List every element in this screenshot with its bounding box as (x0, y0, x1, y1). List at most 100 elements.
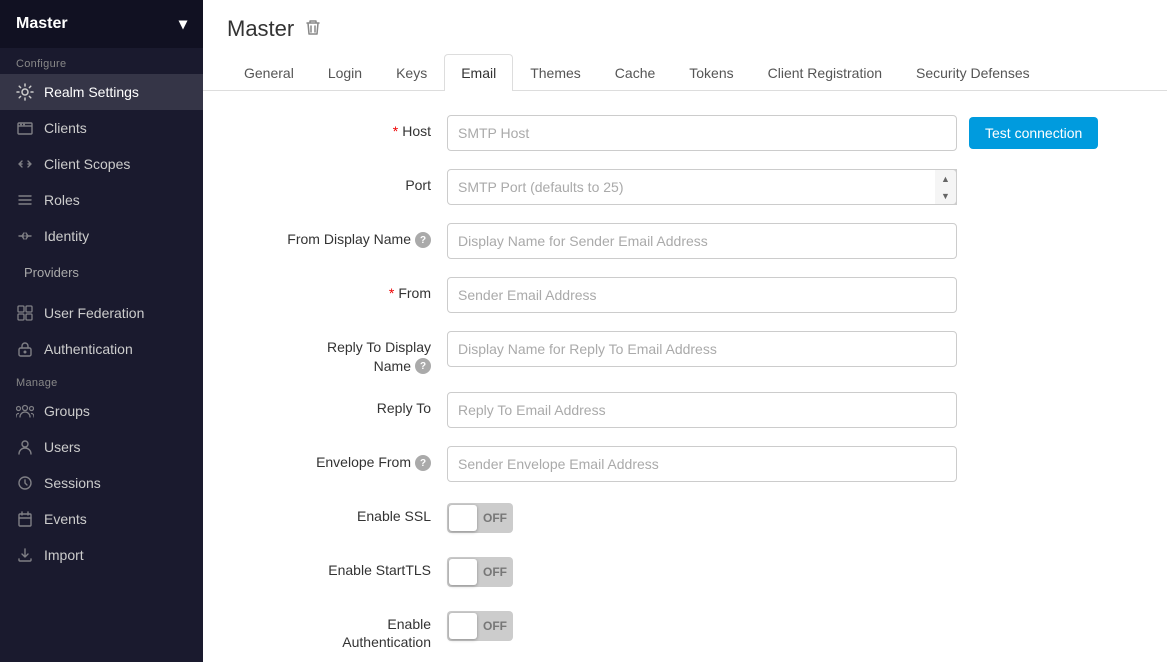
page-title: Master (227, 16, 294, 42)
sidebar-item-clients[interactable]: Clients (0, 110, 203, 146)
sidebar-item-label: Realm Settings (44, 84, 139, 100)
starttls-toggle-thumb (449, 559, 477, 585)
auth-toggle-label: OFF (483, 619, 507, 633)
sidebar-item-label: Identity (44, 228, 89, 244)
sidebar-item-label: Clients (44, 120, 87, 136)
clients-icon (16, 119, 34, 137)
sidebar-header[interactable]: Master ▾ (0, 0, 203, 48)
enable-ssl-label: Enable SSL (227, 500, 447, 524)
ssl-toggle-label: OFF (483, 511, 507, 525)
enable-ssl-toggle[interactable]: OFF (447, 500, 513, 536)
sidebar-item-groups[interactable]: Groups (0, 393, 203, 429)
reply-to-row: Reply To (227, 392, 1143, 428)
import-icon (16, 546, 34, 564)
from-label: * From (227, 277, 447, 301)
sidebar-item-users[interactable]: Users (0, 429, 203, 465)
client-scopes-icon (16, 155, 34, 173)
main-content: Master General Login Keys Email Themes C… (203, 0, 1167, 662)
from-display-name-row: From Display Name ? (227, 223, 1143, 259)
ssl-toggle-thumb (449, 505, 477, 531)
sidebar-item-label: Users (44, 439, 81, 455)
sidebar-item-client-scopes[interactable]: Client Scopes (0, 146, 203, 182)
from-input[interactable] (447, 277, 957, 313)
from-display-name-help-icon[interactable]: ? (415, 232, 431, 248)
tab-general[interactable]: General (227, 54, 311, 91)
manage-section-label: Manage (0, 367, 203, 393)
port-label: Port (227, 169, 447, 193)
enable-authentication-row: Enable Authentication OFF (227, 608, 1143, 650)
sidebar-item-label: Roles (44, 192, 80, 208)
tab-client-registration[interactable]: Client Registration (751, 54, 899, 91)
tab-login[interactable]: Login (311, 54, 379, 91)
host-row: * Host Test connection (227, 115, 1143, 151)
tab-email[interactable]: Email (444, 54, 513, 91)
tabs-bar: General Login Keys Email Themes Cache To… (203, 54, 1167, 91)
auth-toggle-track[interactable]: OFF (447, 611, 513, 641)
starttls-toggle-track[interactable]: OFF (447, 557, 513, 587)
delete-realm-button[interactable] (304, 18, 322, 41)
envelope-from-input[interactable] (447, 446, 957, 482)
sidebar-item-label: Authentication (44, 341, 133, 357)
configure-section-label: Configure (0, 48, 203, 74)
sidebar-item-sessions[interactable]: Sessions (0, 465, 203, 501)
sidebar-item-providers[interactable]: Providers (16, 256, 187, 289)
page-header: Master (203, 0, 1167, 42)
tab-security-defenses[interactable]: Security Defenses (899, 54, 1047, 91)
port-input[interactable] (447, 169, 957, 205)
ssl-toggle-track[interactable]: OFF (447, 503, 513, 533)
starttls-toggle-label: OFF (483, 565, 507, 579)
enable-authentication-label: Enable Authentication (227, 608, 447, 650)
sidebar-item-label: Events (44, 511, 87, 527)
envelope-from-label: Envelope From ? (227, 446, 447, 471)
sidebar-item-label: User Federation (44, 305, 144, 321)
sidebar-item-roles[interactable]: Roles (0, 182, 203, 218)
port-increment-button[interactable]: ▲ (935, 170, 956, 187)
tab-keys[interactable]: Keys (379, 54, 444, 91)
enable-starttls-toggle[interactable]: OFF (447, 554, 513, 590)
sidebar-item-user-federation[interactable]: User Federation (0, 295, 203, 331)
enable-starttls-row: Enable StartTLS OFF (227, 554, 1143, 590)
sidebar-item-label: Client Scopes (44, 156, 130, 172)
events-icon (16, 510, 34, 528)
groups-icon (16, 402, 34, 420)
reply-to-input[interactable] (447, 392, 957, 428)
host-input[interactable] (447, 115, 957, 151)
email-form: * Host Test connection Port ▲ ▼ (203, 91, 1167, 662)
test-connection-button[interactable]: Test connection (969, 117, 1098, 149)
sidebar-item-import[interactable]: Import (0, 537, 203, 573)
envelope-from-row: Envelope From ? (227, 446, 1143, 482)
host-label: * Host (227, 115, 447, 139)
sessions-icon (16, 474, 34, 492)
reply-to-display-name-input[interactable] (447, 331, 957, 367)
sidebar-item-label: Groups (44, 403, 90, 419)
enable-authentication-toggle[interactable]: OFF (447, 608, 513, 644)
port-spinner: ▲ ▼ (935, 169, 957, 205)
from-display-name-input[interactable] (447, 223, 957, 259)
users-icon (16, 438, 34, 456)
sidebar-item-label: Import (44, 547, 84, 563)
sidebar-item-realm-settings[interactable]: Realm Settings (0, 74, 203, 110)
sidebar-item-label: Providers (24, 265, 79, 280)
realm-settings-icon (16, 83, 34, 101)
sidebar-item-authentication[interactable]: Authentication (0, 331, 203, 367)
sidebar-realm-title: Master (16, 15, 68, 33)
sidebar-chevron-icon: ▾ (179, 14, 187, 34)
enable-ssl-row: Enable SSL OFF (227, 500, 1143, 536)
authentication-icon (16, 340, 34, 358)
port-input-wrap: ▲ ▼ (447, 169, 957, 205)
tab-themes[interactable]: Themes (513, 54, 598, 91)
sidebar-item-events[interactable]: Events (0, 501, 203, 537)
reply-to-display-name-row: Reply To Display Name ? (227, 331, 1143, 374)
user-federation-icon (16, 304, 34, 322)
reply-to-display-name-help-icon[interactable]: ? (415, 358, 431, 374)
port-decrement-button[interactable]: ▼ (935, 187, 956, 204)
tab-cache[interactable]: Cache (598, 54, 672, 91)
sidebar: Master ▾ Configure Realm Settings Client… (0, 0, 203, 662)
from-row: * From (227, 277, 1143, 313)
roles-icon (16, 191, 34, 209)
sidebar-item-identity[interactable]: Identity (0, 218, 203, 254)
tab-tokens[interactable]: Tokens (672, 54, 750, 91)
reply-to-label: Reply To (227, 392, 447, 416)
reply-to-display-name-label: Reply To Display Name ? (227, 331, 447, 374)
envelope-from-help-icon[interactable]: ? (415, 455, 431, 471)
